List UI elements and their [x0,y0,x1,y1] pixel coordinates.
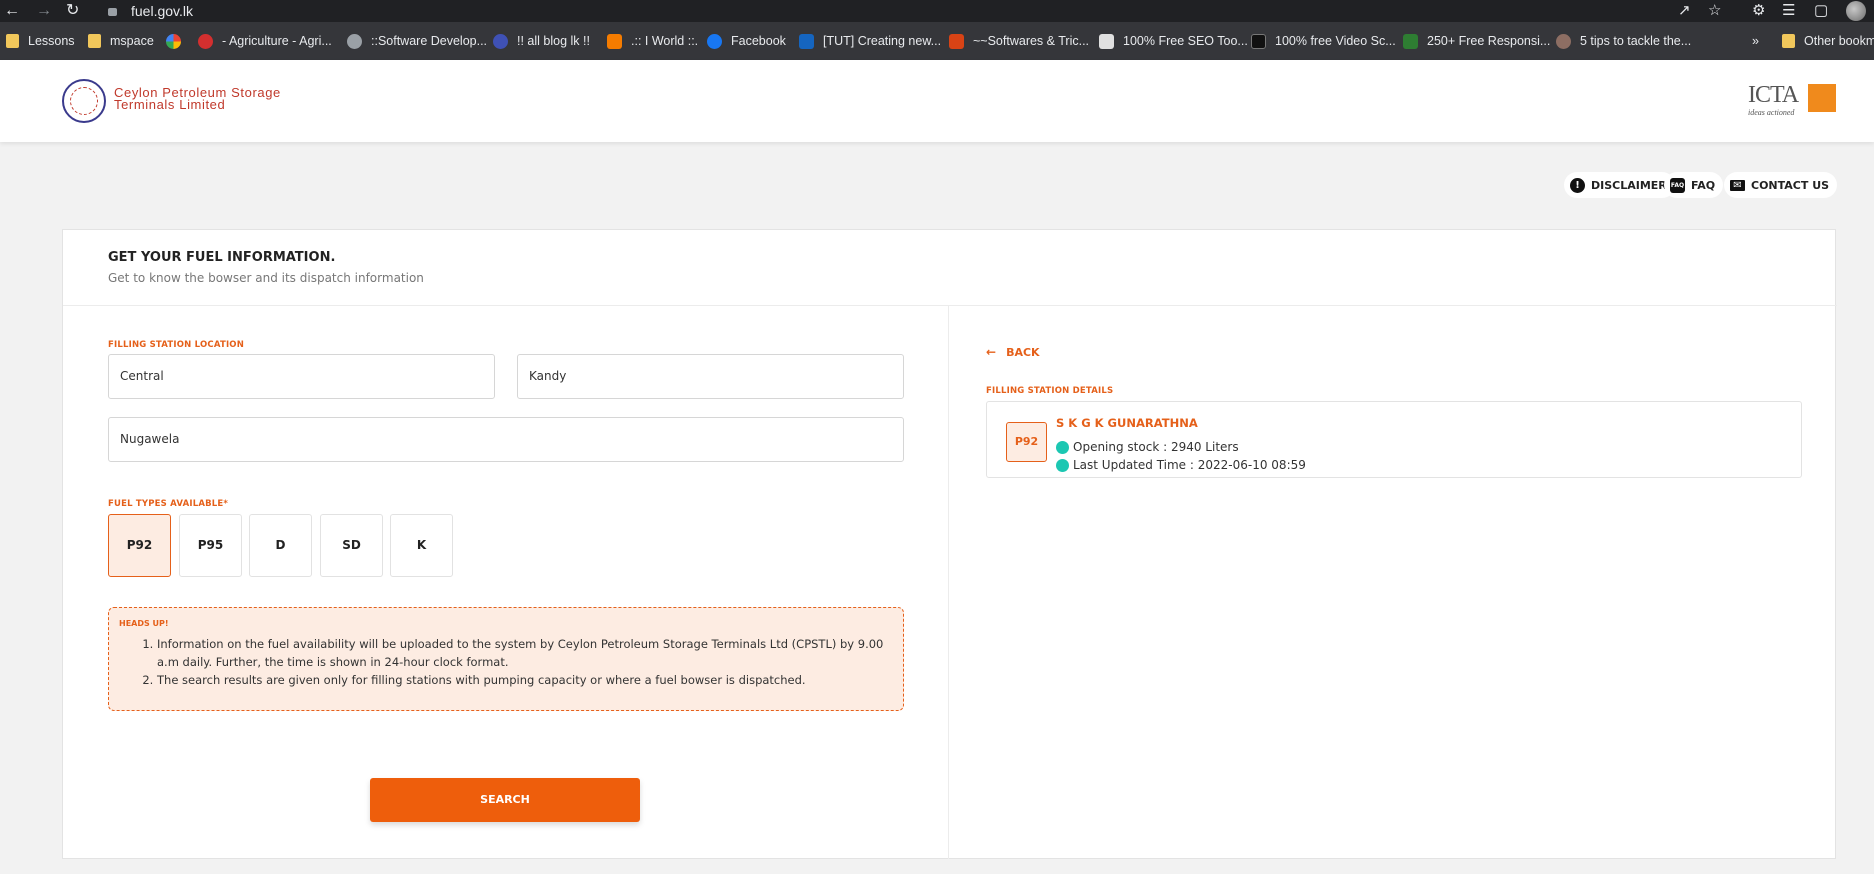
page-subtitle: Get to know the bowser and its dispatch … [108,271,424,285]
share-icon[interactable]: ↗ [1678,1,1691,21]
side-panel-icon[interactable]: ▢ [1814,1,1828,21]
bookmark-item[interactable]: 5 tips to tackle the... [1556,32,1691,50]
fuel-type-k[interactable]: K [390,514,453,577]
heads-up-title: HEADS UP! [119,619,169,628]
google-icon [166,33,181,49]
top-links: ! DISCLAIMER FAQ FAQ ✉ CONTACT US [0,172,1874,198]
faq-link[interactable]: FAQ FAQ [1664,172,1724,198]
bookmark-item[interactable]: ~~Softwares & Tric... [949,32,1089,50]
station-details-card: P92 S K G K GUNARATHNA Opening stock : 2… [986,401,1802,478]
station-name: S K G K GUNARATHNA [1056,416,1198,430]
location-label: FILLING STATION LOCATION [108,340,245,350]
site-icon [949,33,964,49]
folder-icon [6,34,19,48]
column-divider [948,306,949,859]
heads-up-notice: HEADS UP! Information on the fuel availa… [108,607,904,711]
bookmark-item[interactable]: .:: I World ::. [607,32,698,50]
envelope-icon: ✉ [1730,179,1745,191]
folder-icon [88,34,101,48]
bookmarks-bar: Lessons mspace - Agriculture - Agri... :… [0,22,1874,60]
search-button[interactable]: SEARCH [370,778,640,822]
site-icon [1251,33,1266,49]
list-item: The search results are given only for fi… [157,671,897,689]
site-icon [198,33,213,49]
status-dot-icon [1056,458,1069,472]
back-arrow-icon[interactable]: ← [4,1,20,21]
bookmark-item[interactable]: mspace [88,32,154,50]
chat-icon [1403,33,1418,49]
fuel-type-p92[interactable]: P92 [108,514,171,577]
profile-avatar[interactable] [1846,1,1866,21]
lock-icon [108,8,117,16]
faq-icon: FAQ [1670,177,1685,193]
org-name: Ceylon Petroleum Storage Terminals Limit… [114,85,281,112]
facebook-icon [707,33,722,49]
last-updated-row: Last Updated Time : 2022-06-10 08:59 [1056,458,1306,472]
status-dot-icon [1056,440,1069,454]
disclaimer-link[interactable]: ! DISCLAIMER [1564,172,1675,198]
details-label: FILLING STATION DETAILS [986,386,1114,396]
province-select[interactable]: Central [108,354,495,399]
bookmark-item[interactable]: Lessons [6,32,75,50]
fuel-types-label: FUEL TYPES AVAILABLE* [108,499,229,509]
fuel-type-sd[interactable]: SD [320,514,383,577]
bookmark-item[interactable]: ::Software Develop... [347,32,487,50]
cpstl-logo[interactable] [62,79,106,123]
blogger-icon [607,33,622,49]
icta-logo: ICTA ideas actioned [1748,82,1838,122]
bookmarks-overflow[interactable]: » [1752,32,1759,50]
bookmark-item[interactable]: !! all blog lk !! [493,32,590,50]
fuel-badge: P92 [1006,422,1047,462]
page-title: GET YOUR FUEL INFORMATION. [108,250,336,265]
opening-stock-row: Opening stock : 2940 Liters [1056,440,1239,454]
bookmark-item[interactable]: 100% free Video Sc... [1251,32,1396,50]
card-header: GET YOUR FUEL INFORMATION. Get to know t… [63,230,1837,306]
bookmark-item[interactable]: 250+ Free Responsi... [1403,32,1550,50]
fuel-type-p95[interactable]: P95 [179,514,242,577]
bookmark-item[interactable] [166,32,190,50]
exclamation-icon: ! [1570,177,1585,193]
site-icon [1099,33,1114,49]
other-bookmarks[interactable]: Other bookm [1782,32,1874,50]
city-select[interactable]: Nugawela [108,417,904,462]
forward-arrow-icon[interactable]: → [36,1,52,21]
address-bar[interactable]: fuel.gov.lk [131,2,193,20]
site-icon [799,33,814,49]
contact-link[interactable]: ✉ CONTACT US [1724,172,1838,198]
fuel-info-card: GET YOUR FUEL INFORMATION. Get to know t… [62,229,1837,859]
arrow-left-icon: ← [986,345,997,359]
folder-icon [1782,34,1795,48]
list-item: Information on the fuel availability wil… [157,635,897,671]
site-header: Ceylon Petroleum Storage Terminals Limit… [0,60,1874,142]
globe-icon [347,33,362,49]
bookmark-item[interactable]: - Agriculture - Agri... [198,32,332,50]
extensions-icon[interactable]: ⚙ [1752,1,1765,21]
back-button[interactable]: ← BACK [986,345,1040,359]
bookmark-item[interactable]: 100% Free SEO Too... [1099,32,1248,50]
bookmark-item[interactable]: Facebook [707,32,786,50]
district-select[interactable]: Kandy [517,354,904,399]
heads-up-list: Information on the fuel availability wil… [147,635,897,689]
site-icon [493,33,508,49]
reload-icon[interactable]: ↻ [66,1,79,21]
site-icon [1556,33,1571,49]
bookmark-item[interactable]: [TUT] Creating new... [799,32,941,50]
fuel-type-d[interactable]: D [249,514,312,577]
media-icon[interactable]: ☰ [1782,1,1795,21]
browser-toolbar: ← → ↻ fuel.gov.lk ↗ ☆ ⚙ ☰ ▢ [0,0,1874,22]
star-icon[interactable]: ☆ [1708,1,1721,21]
